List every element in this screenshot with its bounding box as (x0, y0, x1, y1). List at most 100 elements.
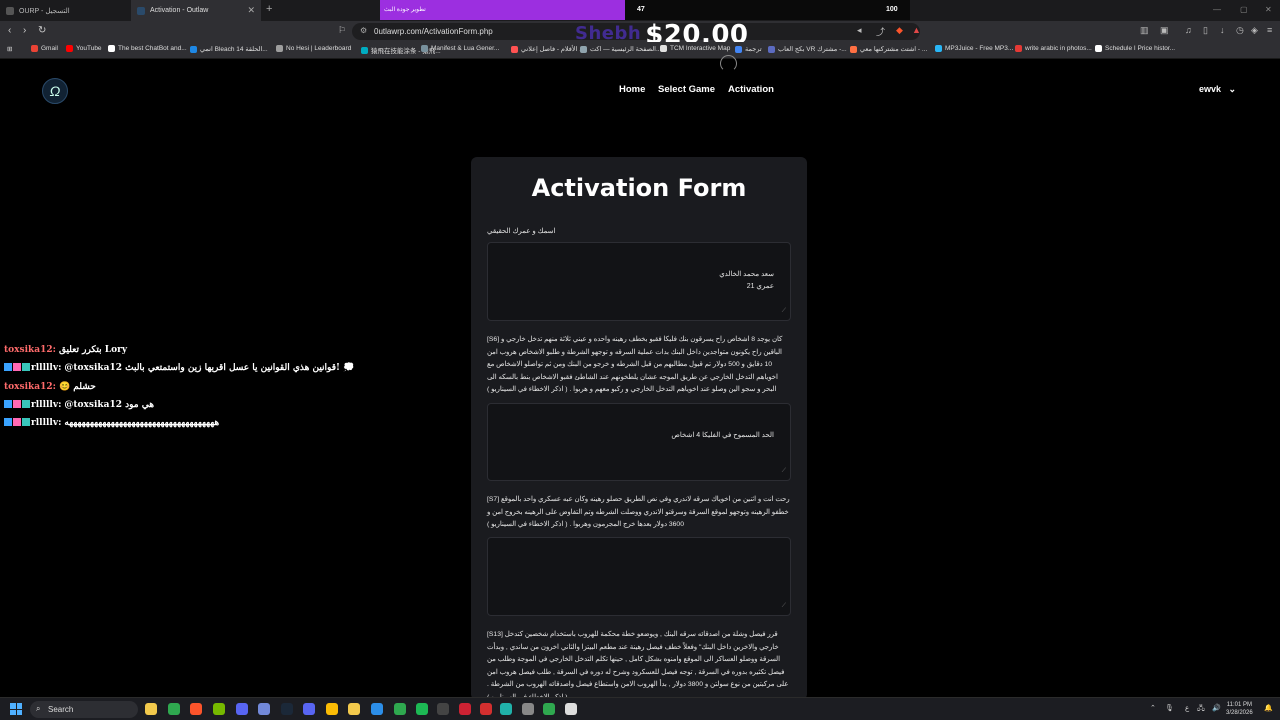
screen: OURP - التسجيل Activation - Outlaw ✕ + ت… (0, 0, 1280, 720)
nav-activation[interactable]: Activation (728, 84, 774, 95)
bookmark-item[interactable]: TCM Interactive Map (660, 45, 730, 52)
site-info-icon[interactable]: ⚙ (360, 26, 367, 35)
history-icon[interactable]: ◷ (1236, 25, 1244, 36)
media-icon[interactable]: ♫ (1185, 25, 1192, 35)
capcut-icon[interactable] (459, 703, 471, 715)
tray-chevron-icon[interactable]: ⌃ (1150, 704, 1156, 712)
tab-activation[interactable]: Activation - Outlaw ✕ (131, 0, 261, 21)
folder-icon[interactable] (348, 703, 360, 715)
notepad-icon[interactable] (565, 703, 577, 715)
chat-username[interactable]: rlllllv: (31, 363, 61, 373)
bookmark-favicon-icon (66, 45, 73, 52)
bookmark-item[interactable]: Gmail (31, 45, 58, 52)
obs-icon[interactable] (437, 703, 449, 715)
bookmark-label: بكج العاب VR مشترك -... (778, 46, 847, 53)
discord-icon[interactable] (236, 703, 248, 715)
input-language[interactable]: ع (1185, 704, 1189, 712)
name-age-label: اسمك و عمرك الحقيقي (487, 228, 556, 235)
tab-ourp[interactable]: OURP - التسجيل (0, 0, 130, 21)
close-tab-icon[interactable]: ✕ (247, 5, 255, 16)
chat-username[interactable]: toxsika12: (4, 382, 56, 392)
stream-goal-bar: تطوير جودة البث (380, 0, 625, 20)
brave-shield-icon[interactable]: ◆ (896, 25, 903, 36)
bookmark-item[interactable]: ترجمة (735, 45, 762, 53)
site-logo[interactable]: Ω (42, 78, 68, 104)
microphone-icon[interactable]: 🎙 (1165, 704, 1174, 712)
close-window-icon[interactable]: ✕ (1265, 5, 1272, 14)
bookmark-label: TCM Interactive Map (670, 45, 731, 52)
bookmark-item[interactable]: MP3Juice - Free MP3... (935, 45, 1013, 52)
vpn-icon[interactable]: ◈ (1251, 25, 1258, 36)
bookmark-label: Schedule I Price histor... (1105, 45, 1176, 52)
steam-icon[interactable] (281, 703, 293, 715)
maximize-icon[interactable]: ▢ (1240, 5, 1248, 14)
brave-rewards-icon[interactable]: ▲ (912, 25, 921, 35)
answer-s7-field[interactable]: ⟋ (487, 537, 791, 616)
share-icon[interactable]: ⤴ (876, 25, 885, 38)
taskbar-search[interactable]: ⌕ Search (30, 701, 138, 718)
file-explorer-icon[interactable] (145, 703, 157, 715)
bookmark-item[interactable]: الصفحة الرئيسية — اكت... (580, 45, 661, 53)
chat-text: بتكرر تعليق Lory (58, 345, 128, 355)
discord-ptb-icon[interactable] (303, 703, 315, 715)
answer-s6-field[interactable]: الحد المسموح في الفليكا 4 اشخاص ⟋ (487, 403, 791, 481)
bookmark-item[interactable]: اشتت مشتركنها معي - ... (850, 45, 927, 53)
bookmark-item[interactable]: انمي Bleach الحلقة 14... (190, 45, 268, 53)
bookmark-favicon-icon (190, 45, 197, 53)
bookmark-favicon-icon (1095, 45, 1102, 52)
apps-grid-icon[interactable]: ⊞ (7, 45, 12, 53)
brave-icon[interactable] (190, 703, 202, 715)
wallet-icon[interactable]: ▣ (1160, 25, 1169, 36)
bookmark-icon[interactable]: ⚐ (338, 25, 346, 36)
chat-username[interactable]: rlllllv: (31, 400, 61, 410)
tab-strip: OURP - التسجيل Activation - Outlaw ✕ + ت… (0, 0, 1280, 21)
mute-icon[interactable]: ◂ (857, 25, 862, 36)
bookmark-item[interactable]: No Hesi | Leaderboard (276, 45, 351, 52)
bookmark-label: انمي Bleach الحلقة 14... (200, 46, 268, 53)
bookmark-item[interactable]: الأفلام - فاصل إعلاني ... (511, 45, 585, 53)
downloads-icon[interactable]: ↓ (1220, 25, 1225, 35)
resize-handle-icon[interactable]: ⟋ (782, 600, 786, 612)
bookmark-item[interactable]: write arabic in photos... (1015, 45, 1092, 52)
spotify-icon[interactable] (416, 703, 428, 715)
app-icon[interactable] (500, 703, 512, 715)
rockstar-icon[interactable] (480, 703, 492, 715)
bookmark-item[interactable]: YouTube (66, 45, 102, 52)
nvidia-icon[interactable] (213, 703, 225, 715)
chat-username[interactable]: toxsika12: (4, 345, 56, 355)
bookmark-item[interactable]: بكج العاب VR مشترك -... (768, 45, 847, 53)
resize-handle-icon[interactable]: ⟋ (782, 465, 786, 477)
split-view-icon[interactable]: ▯ (1203, 25, 1208, 36)
chrome-icon[interactable] (326, 703, 338, 715)
minimize-icon[interactable]: — (1213, 5, 1221, 14)
question-s7: [S7] رحت انت و اثنين من اخوياك سرقه لاند… (487, 496, 790, 528)
system-clock[interactable]: 11:01 PM 3/28/2026 (1226, 701, 1253, 717)
network-icon[interactable]: 🖧 (1197, 704, 1205, 715)
reload-icon[interactable]: ↻ (38, 25, 46, 36)
vscode-icon[interactable] (371, 703, 383, 715)
nav-home[interactable]: Home (619, 84, 645, 95)
question-s13: [S13] قرر فيصل وشلة من اصدقائه سرقه البن… (487, 631, 789, 700)
xbox-bar-icon[interactable] (543, 703, 555, 715)
back-icon[interactable]: ‹ (8, 25, 11, 36)
nav-select-game[interactable]: Select Game (658, 84, 715, 95)
volume-icon[interactable]: 🔊 (1212, 704, 1221, 712)
menu-icon[interactable]: ≡ (1267, 25, 1272, 35)
notifications-icon[interactable]: 🔔 (1264, 704, 1273, 712)
bookmark-item[interactable]: Schedule I Price histor... (1095, 45, 1175, 52)
bookmark-favicon-icon (511, 45, 518, 53)
forward-icon[interactable]: › (23, 25, 26, 36)
discord-canary-icon[interactable] (258, 703, 270, 715)
bookmark-item[interactable]: Manifest & Lua Gener... (421, 45, 499, 52)
user-menu[interactable]: ewvk ⌄ (1199, 84, 1236, 95)
chat-username[interactable]: rlllllv: (31, 418, 61, 428)
settings-icon[interactable] (522, 703, 534, 715)
xbox-icon[interactable] (168, 703, 180, 715)
xbox-app-icon[interactable] (394, 703, 406, 715)
new-tab-icon[interactable]: + (266, 3, 272, 15)
windows-start-icon[interactable] (10, 703, 22, 715)
resize-handle-icon[interactable]: ⟋ (782, 305, 786, 317)
bookmark-item[interactable]: The best ChatBot and... (108, 45, 187, 52)
sidebar-icon[interactable]: ▥ (1140, 25, 1149, 36)
name-age-field[interactable]: سعد محمد الخالدي عمري 21 ⟋ (487, 242, 791, 321)
